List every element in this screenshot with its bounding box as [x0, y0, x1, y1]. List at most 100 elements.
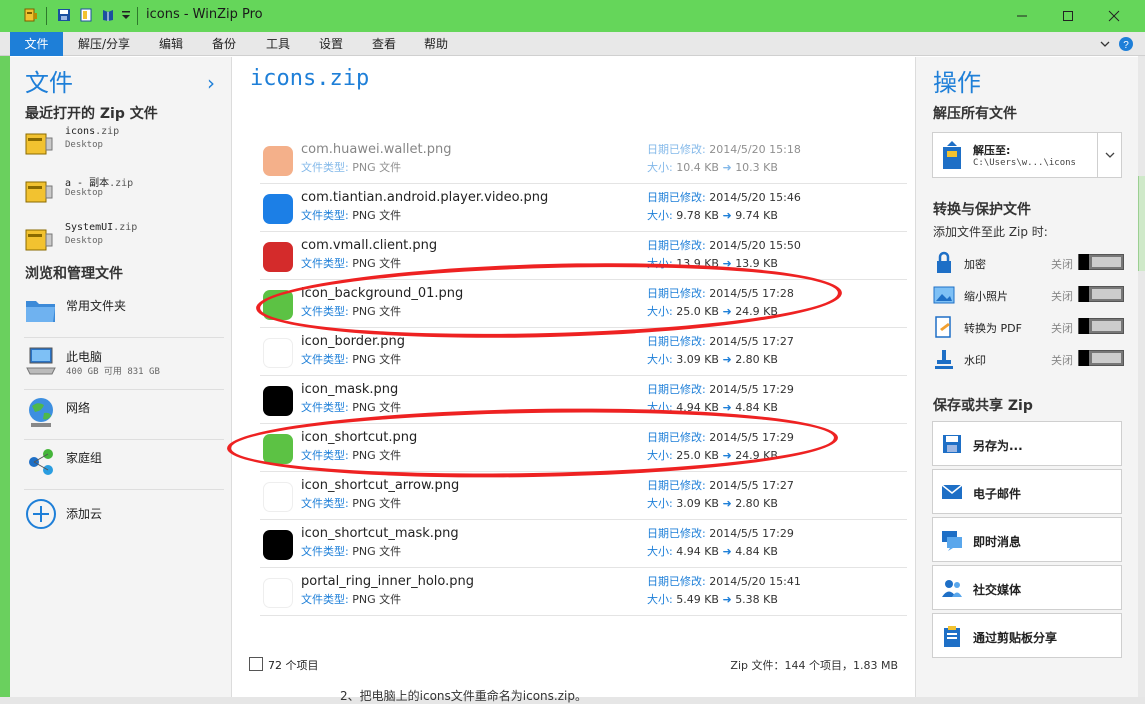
share-action-button[interactable]: 电子邮件 [932, 469, 1122, 514]
toggle-state: 关闭 [1051, 290, 1073, 303]
svg-text:?: ? [1123, 40, 1129, 51]
convert-protect-heading: 转换与保护文件 [933, 202, 1031, 218]
file-size: 大小: 9.78 KB ➜ 9.74 KB [647, 209, 778, 222]
help-icon[interactable]: ? [1118, 36, 1134, 52]
file-modified: 日期已修改: 2014/5/20 15:41 [647, 575, 801, 588]
file-type: 文件类型: PNG 文件 [301, 161, 402, 174]
toggle-state: 关闭 [1051, 258, 1073, 271]
unzip-to-button[interactable]: 解压至: C:\Users\w...\icons [932, 132, 1122, 178]
winzip-app-icon[interactable] [24, 8, 38, 22]
add-cloud-icon [26, 499, 56, 529]
maximize-icon [1063, 11, 1073, 21]
file-name: portal_ring_inner_holo.png [301, 574, 475, 589]
menu-unzip-share[interactable]: 解压/分享 [68, 32, 140, 56]
file-name: icon_border.png [301, 334, 406, 349]
file-name: com.huawei.wallet.png [301, 142, 452, 157]
menu-edit[interactable]: 编辑 [149, 32, 193, 56]
divider [24, 489, 224, 490]
chevron-down-icon [1105, 152, 1115, 158]
file-modified: 日期已修改: 2014/5/20 15:50 [647, 239, 801, 252]
open-book-icon[interactable] [101, 8, 115, 22]
file-row[interactable]: icon_shortcut_mask.png 文件类型: PNG 文件 日期已修改:… [260, 520, 907, 568]
browse-this-pc[interactable]: 此电脑 400 GB 可用 831 GB [24, 344, 224, 384]
file-name: icon_shortcut_mask.png [301, 526, 459, 541]
toggle-switch[interactable] [1078, 350, 1124, 366]
share-action-button[interactable]: 社交媒体 [932, 565, 1122, 610]
customize-dropdown-icon[interactable] [121, 8, 131, 22]
background-document-text: 2、把电脑上的icons文件重命名为icons.zip。 [340, 689, 587, 703]
share-action-label: 通过剪贴板分享 [973, 631, 1058, 645]
share-action-button[interactable]: 即时消息 [932, 517, 1122, 562]
toggle-switch[interactable] [1078, 286, 1124, 302]
window-right-edge [1138, 56, 1145, 697]
computer-icon [26, 347, 56, 375]
clipboard-share-icon [944, 626, 960, 647]
zip-file-icon [25, 133, 53, 155]
file-row[interactable]: com.huawei.wallet.png 文件类型: PNG 文件 日期已修改: … [260, 136, 907, 184]
browse-label: 家庭组 [66, 451, 103, 465]
file-modified: 日期已修改: 2014/5/5 17:29 [647, 383, 794, 396]
file-pane-title: 文件 [25, 69, 73, 97]
menu-file[interactable]: 文件 [10, 32, 63, 56]
unzip-options-dropdown[interactable] [1097, 133, 1122, 177]
toggle-label: 加密 [964, 258, 986, 271]
file-row[interactable]: portal_ring_inner_holo.png 文件类型: PNG 文件 日期… [260, 568, 907, 616]
file-name: icon_mask.png [301, 382, 399, 397]
share-action-button[interactable]: 另存为... [932, 421, 1122, 466]
file-size: 大小: 10.4 KB ➜ 10.3 KB [647, 161, 778, 174]
menu-help[interactable]: 帮助 [414, 32, 458, 56]
toggle-switch[interactable] [1078, 318, 1124, 334]
titlebar-separator [46, 7, 47, 25]
browse-homegroup[interactable]: 家庭组 [24, 445, 224, 485]
select-all-checkbox[interactable] [249, 657, 263, 671]
toggle-row: 水印 关闭 [932, 345, 1124, 373]
recent-zip-item[interactable]: a - 副本.zip Desktop [24, 172, 224, 212]
file-name: com.tiantian.android.player.video.png [301, 190, 549, 205]
recent-zip-location: Desktop [65, 140, 103, 150]
save-icon[interactable] [57, 8, 71, 22]
ribbon-collapse-chevron-icon[interactable] [1100, 40, 1110, 48]
file-pane: 文件 › 最近打开的 Zip 文件 icons.zip Desktop a - … [10, 57, 232, 697]
toggle-label: 缩小照片 [964, 290, 1008, 303]
instant-message-icon [942, 531, 962, 551]
file-modified: 日期已修改: 2014/5/20 15:18 [647, 143, 801, 156]
recent-zip-heading: 最近打开的 Zip 文件 [25, 106, 158, 122]
maximize-button[interactable] [1045, 0, 1091, 32]
window-title: icons - WinZip Pro [146, 7, 263, 22]
file-row[interactable]: com.tiantian.android.player.video.png 文件类… [260, 184, 907, 232]
file-row[interactable]: icon_shortcut_arrow.png 文件类型: PNG 文件 日期已修改… [260, 472, 907, 520]
close-button[interactable] [1091, 0, 1137, 32]
file-pane-expand-icon[interactable]: › [207, 71, 215, 95]
titlebar-separator [137, 7, 138, 25]
menu-backup[interactable]: 备份 [202, 32, 246, 56]
toggle-label: 转换为 PDF [964, 322, 1022, 335]
file-thumbnail-icon [263, 146, 293, 176]
menu-settings[interactable]: 设置 [309, 32, 353, 56]
menu-tools[interactable]: 工具 [256, 32, 300, 56]
file-thumbnail-icon [263, 338, 293, 368]
browse-network[interactable]: 网络 [24, 395, 224, 435]
zip-file-icon [25, 229, 53, 251]
item-count: 72 个项目 [268, 659, 319, 672]
browse-common-folders[interactable]: 常用文件夹 [24, 293, 224, 333]
minimize-button[interactable] [999, 0, 1045, 32]
share-action-button[interactable]: 通过剪贴板分享 [932, 613, 1122, 658]
file-type: 文件类型: PNG 文件 [301, 353, 402, 366]
convert-subtitle: 添加文件至此 Zip 时: [933, 225, 1048, 239]
file-thumbnail-icon [263, 578, 293, 608]
file-size: 大小: 4.94 KB ➜ 4.84 KB [647, 545, 778, 558]
new-zip-icon[interactable] [79, 8, 93, 22]
unzip-to-label: 解压至: [973, 144, 1011, 157]
browse-add-cloud[interactable]: 添加云 [24, 497, 224, 537]
file-type: 文件类型: PNG 文件 [301, 257, 402, 270]
toggle-switch[interactable] [1078, 254, 1124, 270]
toggle-state: 关闭 [1051, 322, 1073, 335]
lock-icon [937, 251, 951, 273]
recent-zip-item[interactable]: icons.zip Desktop [24, 124, 224, 164]
file-type: 文件类型: PNG 文件 [301, 497, 402, 510]
recent-zip-item[interactable]: SystemUI.zip Desktop [24, 220, 224, 260]
menu-view[interactable]: 查看 [362, 32, 406, 56]
actions-title: 操作 [933, 69, 981, 97]
zip-file-icon [25, 181, 53, 203]
zip-contents-pane: icons.zip com.huawei.wallet.png 文件类型: PNG… [233, 57, 914, 697]
